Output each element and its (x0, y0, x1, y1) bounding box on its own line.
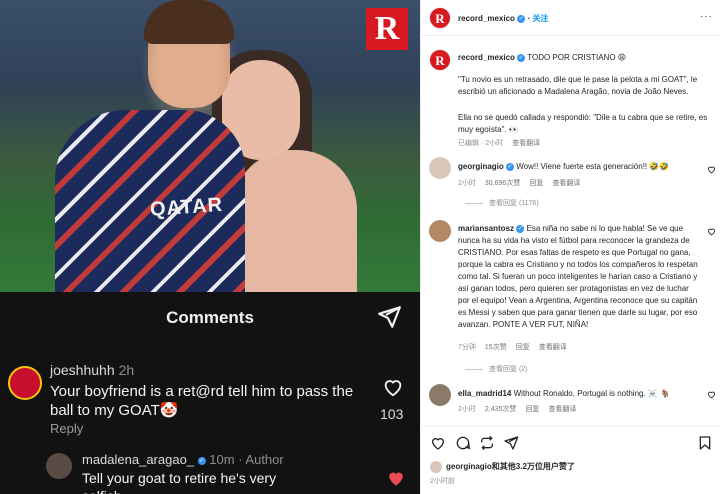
like-icon[interactable] (430, 435, 446, 451)
reply-text: Tell your goat to retire he's very selfi… (82, 470, 277, 494)
header-line: record_mexico ✓ • 关注 (458, 14, 549, 23)
action-bar (421, 426, 720, 456)
caption-avatar[interactable]: R (429, 49, 451, 71)
caption-username[interactable]: record_mexico (458, 53, 515, 62)
comment-reply-button[interactable]: 回复 (516, 344, 530, 351)
comment-username[interactable]: mariansantosz (458, 224, 514, 233)
comment-like-count: 103 (380, 406, 404, 422)
comment-meta: 2小时 30,696次赞 回复 查看翻译 (458, 178, 580, 188)
send-icon[interactable] (376, 304, 402, 330)
caption-title: TODO POR CRISTIANO 😩 (527, 53, 627, 62)
commenter-avatar[interactable] (429, 220, 451, 242)
comment-body: ella_madrid14 Without Ronaldo, Portugal … (458, 388, 702, 400)
post-photo: QATAR R (0, 0, 420, 292)
caption-paragraph-2: Ella no se quedó callada y respondió: "D… (458, 113, 708, 134)
view-replies-button[interactable]: 查看回复 (1176) (465, 198, 539, 208)
comment-body: georginagio ✓ Wow!! Viene fuerte esta ge… (458, 161, 698, 173)
heart-icon[interactable] (382, 376, 404, 398)
header-username[interactable]: record_mexico (458, 14, 515, 23)
follow-button[interactable]: 关注 (532, 14, 548, 23)
heart-icon[interactable] (707, 165, 716, 174)
post-header: R record_mexico ✓ • 关注 ··· (421, 0, 720, 36)
comment-meta: 2小时 2,435次赞 回复 查看翻译 (458, 404, 576, 414)
comment-text: Without Ronaldo, Portugal is nothing. ☠️… (513, 389, 671, 398)
caption-meta: 已编辑 · 2小时 查看翻译 (458, 138, 540, 148)
bookmark-icon[interactable] (697, 435, 713, 451)
share-icon[interactable] (503, 435, 519, 451)
comments-sheet-title: Comments (166, 308, 254, 327)
more-options-icon[interactable]: ··· (700, 11, 713, 22)
verified-badge-icon: ✓ (516, 224, 525, 233)
reply-button[interactable]: Reply (50, 421, 83, 436)
comment-likes[interactable]: 30,696次赞 (485, 180, 520, 187)
verified-badge-icon: ✓ (506, 162, 515, 171)
commenter-avatar[interactable] (429, 384, 451, 406)
comment-header: joeshhuhh 2h (50, 362, 134, 378)
comment-username[interactable]: ella_madrid14 (458, 389, 511, 398)
comment-meta: 7分钟 15次赞 回复 查看翻译 (458, 342, 567, 352)
account-avatar[interactable]: R (429, 7, 451, 29)
caption-title-line: record_mexico ✓ TODO POR CRISTIANO 😩 (458, 52, 708, 64)
commenter-avatar[interactable] (8, 366, 42, 400)
heart-filled-icon[interactable] (386, 468, 406, 488)
photo-man-hair (144, 0, 234, 44)
comment-likes[interactable]: 15次赞 (485, 344, 507, 351)
heart-icon[interactable] (707, 390, 716, 399)
comments-sheet: Comments joeshhuhh 2h Your boyfriend is a… (0, 292, 420, 494)
view-replies-button[interactable]: 查看回复 (2) (465, 364, 528, 374)
brand-logo: R (366, 8, 408, 50)
comment-text: Esa niña no sabe ni lo que habla! Se ve … (458, 224, 698, 329)
comment-reply-button[interactable]: 回复 (529, 180, 543, 187)
post-time: 2小时前 (430, 478, 455, 485)
comment-time: 2小时 (458, 406, 476, 413)
caption-translate-link[interactable]: 查看翻译 (512, 140, 540, 147)
likes-user[interactable]: georginagio (446, 462, 492, 471)
comment-body: mariansantosz ✓ Esa niña no sabe ni lo q… (458, 223, 702, 331)
comment-reply-button[interactable]: 回复 (525, 406, 539, 413)
comment-username[interactable]: georginagio (458, 162, 504, 171)
comment-time: 2h (118, 362, 135, 378)
comment-translate-link[interactable]: 查看翻译 (539, 344, 567, 351)
comment-text: Wow!! Viene fuerte esta generación!! 🤣🤣 (516, 162, 670, 171)
caption-edited: 已编辑 · 2小时 (458, 140, 504, 147)
author-avatar[interactable] (46, 453, 72, 479)
commenter-avatar[interactable] (429, 157, 451, 179)
comment-time: 2小时 (458, 180, 476, 187)
comment-text: Your boyfriend is a ret@rd tell him to p… (50, 383, 354, 419)
heart-icon[interactable] (707, 227, 716, 236)
comment-likes[interactable]: 2,435次赞 (485, 406, 517, 413)
comment-translate-link[interactable]: 查看翻译 (548, 406, 576, 413)
verified-badge-icon: ✓ (517, 53, 526, 62)
likes-rest[interactable]: 和其他3.2万位用户赞了 (492, 462, 575, 471)
repost-icon[interactable] (479, 435, 495, 451)
comment-translate-link[interactable]: 查看翻译 (552, 180, 580, 187)
comment-time: 7分钟 (458, 344, 476, 351)
likes-summary[interactable]: georginagio和其他3.2万位用户赞了 (446, 461, 575, 473)
verified-badge-icon: ✓ (197, 456, 206, 465)
comment-icon[interactable] (455, 435, 471, 451)
post-media[interactable]: QATAR R Comments joeshhuhh 2h Your boyfri… (0, 0, 420, 494)
caption-paragraph-1: "Tu novio es un retrasado, dile que le p… (458, 75, 698, 96)
liker-avatar[interactable] (430, 461, 442, 473)
reply-header: madalena_aragao_ ✓ 10m · Author (82, 452, 284, 467)
verified-badge-icon: ✓ (517, 14, 526, 23)
photo-woman-jersey (232, 150, 357, 292)
comment-username[interactable]: joeshhuhh (50, 362, 115, 378)
reply-username[interactable]: madalena_aragao_ (82, 452, 194, 467)
reply-time: 10m · Author (209, 452, 284, 467)
post-sidebar: R record_mexico ✓ • 关注 ··· R record_mexi… (420, 0, 720, 494)
